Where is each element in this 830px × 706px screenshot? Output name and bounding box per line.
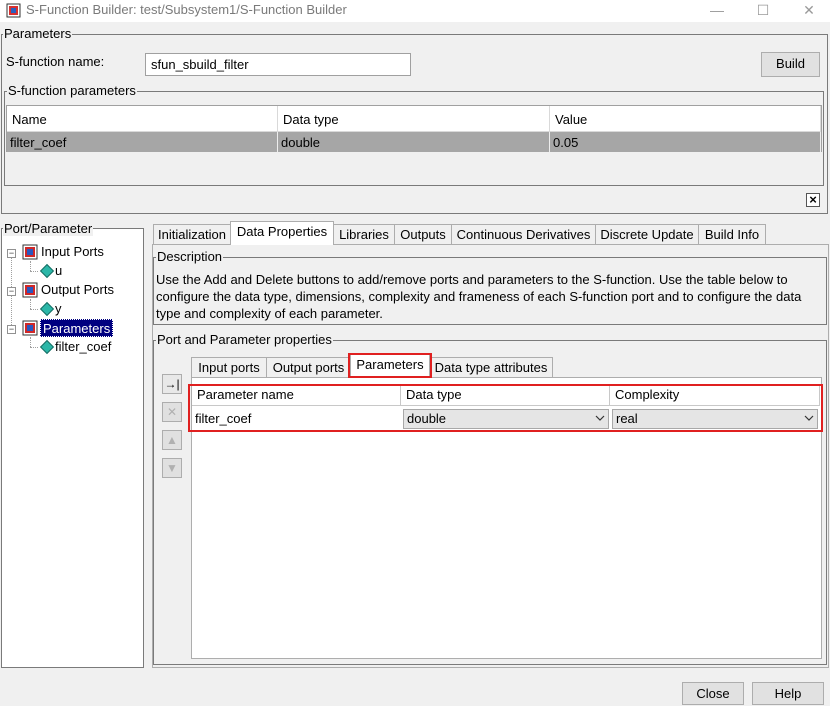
tab-discrete-update[interactable]: Discrete Update	[595, 224, 699, 245]
description-line-1: Use the Add and Delete buttons to add/re…	[156, 272, 788, 287]
input-port-icon	[39, 263, 55, 279]
move-down-icon[interactable]: ▼	[162, 458, 182, 478]
param-value-cell[interactable]: 0.05	[550, 132, 821, 152]
maximize-icon[interactable]: ☐	[740, 0, 786, 22]
minimize-icon[interactable]: —	[694, 0, 740, 22]
highlight-parameter-grid	[188, 384, 823, 432]
tab-libraries[interactable]: Libraries	[333, 224, 395, 245]
tree-item-output-ports[interactable]: Output Ports	[41, 281, 114, 299]
subtab-data-type-attributes[interactable]: Data type attributes	[429, 357, 553, 378]
tree-item-parameters[interactable]: Parameters	[40, 319, 114, 337]
output-port-icon	[39, 301, 55, 317]
tree-item-y[interactable]: y	[55, 300, 62, 318]
output-ports-icon	[22, 282, 38, 298]
close-button[interactable]: Close	[682, 682, 744, 705]
window-title: S-Function Builder: test/Subsystem1/S-Fu…	[26, 2, 347, 17]
description-text: Use the Add and Delete buttons to add/re…	[156, 271, 826, 322]
param-name-cell[interactable]: filter_coef	[7, 132, 278, 152]
expand-output-ports[interactable]: −	[7, 287, 16, 296]
tree-item-filter-coef[interactable]: filter_coef	[55, 338, 111, 356]
sfun-params-table: Name Data type Value filter_coef double …	[6, 105, 822, 152]
help-button[interactable]: Help	[752, 682, 824, 705]
column-header-name[interactable]: Name	[7, 106, 278, 132]
param-type-cell[interactable]: double	[278, 132, 550, 152]
highlight-parameters-tab	[348, 353, 432, 378]
tab-build-info[interactable]: Build Info	[698, 224, 766, 245]
port-tree-label: Port/Parameter	[3, 221, 94, 236]
port-tree[interactable]: − Input Ports u − Output Ports y − Param…	[1, 228, 144, 668]
tab-initialization[interactable]: Initialization	[153, 224, 231, 245]
sfun-name-label: S-function name:	[6, 54, 105, 69]
parameters-group-label: Parameters	[3, 26, 73, 41]
tab-continuous-derivatives[interactable]: Continuous Derivatives	[451, 224, 596, 245]
description-label: Description	[156, 249, 224, 264]
sfun-name-input[interactable]: sfun_sbuild_filter	[145, 53, 411, 76]
app-icon	[6, 3, 21, 18]
expand-parameters[interactable]: −	[7, 325, 16, 334]
subtab-input-ports[interactable]: Input ports	[191, 357, 267, 378]
description-line-2: configure the data type, dimensions, com…	[156, 289, 802, 304]
column-header-data-type[interactable]: Data type	[278, 106, 550, 132]
title-bar: S-Function Builder: test/Subsystem1/S-Fu…	[0, 0, 830, 22]
delete-icon[interactable]: ✕	[162, 402, 182, 422]
tab-data-properties[interactable]: Data Properties	[230, 221, 334, 245]
description-line-3: type and complexity of each parameter.	[156, 306, 383, 321]
tree-item-input-ports[interactable]: Input Ports	[41, 243, 104, 261]
parameter-icon	[39, 339, 55, 355]
subtab-output-ports[interactable]: Output ports	[266, 357, 351, 378]
add-icon[interactable]: →|	[162, 374, 182, 394]
expand-input-ports[interactable]: −	[7, 249, 16, 258]
input-ports-icon	[22, 244, 38, 260]
parameters-node-icon	[22, 320, 38, 336]
pp-group-label: Port and Parameter properties	[156, 332, 333, 347]
close-icon[interactable]: ✕	[786, 0, 830, 22]
collapse-close-icon[interactable]: ×	[806, 193, 820, 207]
build-button[interactable]: Build	[761, 52, 820, 77]
tree-item-u[interactable]: u	[55, 262, 62, 280]
column-header-value[interactable]: Value	[550, 106, 821, 132]
tab-outputs[interactable]: Outputs	[394, 224, 452, 245]
sfun-params-group-label: S-function parameters	[7, 83, 137, 98]
move-up-icon[interactable]: ▲	[162, 430, 182, 450]
